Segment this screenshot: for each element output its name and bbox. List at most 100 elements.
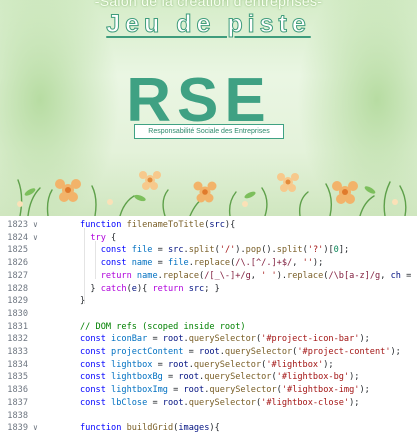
code-token: ){ [136, 283, 153, 294]
code-token: { [105, 232, 117, 243]
code-token: const [80, 359, 112, 370]
line-number: 1835 [7, 372, 28, 383]
rse-logo-caption: Responsabilité Sociale des Entreprises [134, 124, 284, 139]
flower-decoration [17, 171, 407, 216]
code-line[interactable]: 1830 [0, 308, 417, 321]
code-token: , [250, 270, 262, 281]
line-number: 1831 [7, 321, 28, 332]
line-number: 1834 [7, 359, 28, 370]
fold-chevron-icon[interactable]: ∨ [33, 219, 38, 232]
code-line[interactable]: 1826 const name = file.replace(/\.[^/.]+… [0, 257, 417, 270]
code-token: filenameToTitle [126, 220, 205, 230]
code-token: ]; [338, 245, 350, 256]
code-token: try [80, 232, 106, 243]
code-token: querySelector [193, 359, 262, 370]
code-token: = [162, 372, 179, 383]
code-token: ). [276, 270, 288, 281]
code-token: ); [349, 397, 360, 408]
code-token: root [199, 347, 220, 357]
code-text: const lightboxImg = root.querySelector('… [80, 384, 370, 397]
code-token: ); [349, 372, 360, 383]
code-token: querySelector [204, 372, 272, 383]
code-token: root [178, 372, 200, 383]
code-token: const [80, 347, 112, 357]
code-token: ); [312, 258, 324, 269]
code-token: ). [235, 245, 246, 256]
code-line[interactable]: 1838 [0, 410, 417, 423]
code-line[interactable]: 1833 const projectContent = root.querySel… [0, 346, 417, 359]
code-editor[interactable]: 1823 ∨ function filenameToTitle(src){ 1824 ∨… [0, 216, 417, 443]
code-token: querySelector [188, 334, 256, 345]
code-token: = [147, 397, 163, 408]
code-token: split [188, 245, 215, 256]
code-token: buildGrid [126, 423, 174, 434]
code-token: ' ' [261, 270, 277, 281]
code-token: '#project-icon-bar' [261, 334, 360, 345]
code-token: images [178, 423, 210, 434]
code-line[interactable]: 1834 const lightbox = root.querySelector(… [0, 359, 417, 372]
code-token: const [80, 258, 132, 269]
code-line[interactable]: 1825 const file = src.split('/').pop().s… [0, 244, 417, 257]
code-token: '#lightbox-close' [261, 397, 350, 408]
code-token: return [80, 270, 137, 281]
code-token: const [80, 334, 112, 345]
code-token: )[ [323, 245, 334, 256]
code-line[interactable]: 1823 ∨ function filenameToTitle(src){ [0, 219, 417, 232]
code-token: ); [323, 359, 334, 370]
line-number: 1837 [7, 397, 28, 408]
code-token: = [167, 385, 184, 396]
code-token: ){ [224, 220, 236, 230]
code-line[interactable]: 1835 const lightboxBg = root.querySelecto… [0, 371, 417, 384]
code-text: function buildGrid(images){ [80, 422, 220, 435]
code-token: replace [193, 258, 231, 269]
code-token: replace [287, 270, 324, 281]
code-line[interactable]: 1832 const iconBar = root.querySelector('… [0, 333, 417, 346]
code-text: const lightboxBg = root.querySelector('#… [80, 371, 359, 384]
code-text: const lbClose = root.querySelector('#lig… [80, 397, 359, 410]
code-line[interactable]: 1824 ∨ try { [0, 232, 417, 245]
code-text: function filenameToTitle(src){ [80, 219, 235, 232]
code-token: const [80, 397, 112, 408]
code-token: = [152, 258, 168, 269]
fold-chevron-icon[interactable]: ∨ [33, 232, 38, 245]
code-token: src [188, 283, 205, 294]
code-token: querySelector [188, 397, 256, 408]
line-number: 1824 [7, 232, 28, 243]
code-token: = [152, 359, 168, 370]
code-line[interactable]: 1827 return name.replace(/[_\-]+/g, ' ')… [0, 270, 417, 283]
line-number: 1839 [7, 423, 28, 434]
code-token: ch [390, 270, 401, 281]
code-token: ); [390, 347, 401, 357]
code-token: root [162, 334, 184, 345]
code-line[interactable]: 1836 const lightboxImg = root.querySelect… [0, 384, 417, 397]
line-number: 1838 [7, 410, 28, 421]
code-line[interactable]: 1831 // DOM refs (scoped inside root) [0, 321, 417, 334]
fold-chevron-icon[interactable]: ∨ [33, 422, 38, 435]
code-token: src [209, 220, 225, 230]
code-token: ){ [209, 423, 220, 434]
code-line[interactable]: 1837 const lbClose = root.querySelector('… [0, 397, 417, 410]
line-number: 1836 [7, 385, 28, 396]
code-token: root [162, 397, 184, 408]
line-number: 1828 [7, 283, 28, 294]
code-token: name [136, 270, 158, 281]
code-token: split [276, 245, 303, 256]
code-text: const projectContent = root.querySelecto… [80, 346, 401, 359]
code-token: ); [359, 334, 370, 345]
code-text: const lightbox = root.querySelector('#li… [80, 359, 334, 372]
line-number: 1829 [7, 296, 28, 307]
code-token: file [131, 245, 153, 256]
poster-title: Jeu de piste [106, 10, 311, 39]
code-token: = [147, 334, 163, 345]
code-line[interactable]: 1839 ∨ function buildGrid(images){ [0, 422, 417, 435]
code-line[interactable]: 1829} [0, 295, 417, 308]
line-number: 1830 [7, 308, 28, 319]
code-token: const [80, 385, 112, 396]
code-token: '#lightbox' [266, 359, 324, 370]
code-token: name [131, 258, 153, 269]
code-token: lightboxBg [111, 372, 163, 383]
line-number: 1823 [7, 220, 28, 230]
code-line[interactable]: 1828 } catch(e){ return src; } [0, 283, 417, 296]
rse-logo-text: RSE [126, 66, 272, 135]
code-token: const [80, 372, 112, 383]
